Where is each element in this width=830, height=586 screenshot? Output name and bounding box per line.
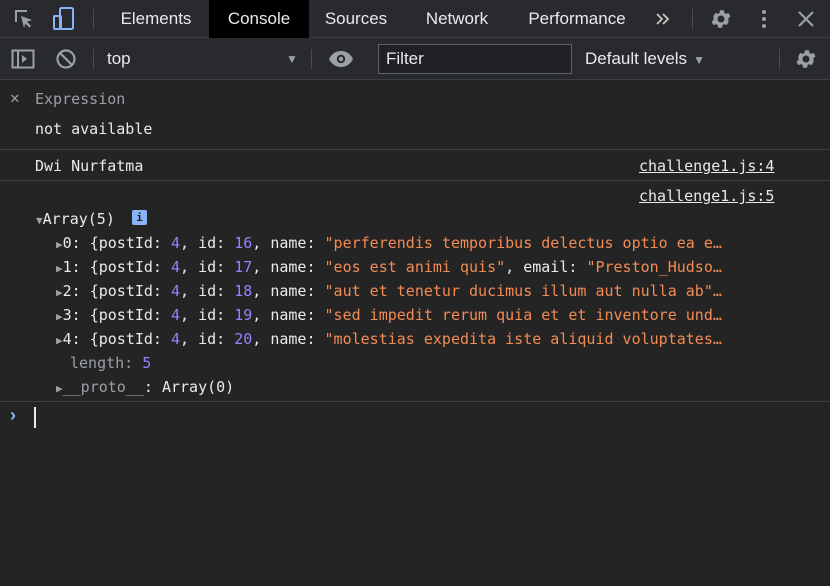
post-id-value: 4 xyxy=(171,234,181,252)
source-link[interactable]: challenge1.js:5 xyxy=(639,187,774,205)
close-icon[interactable] xyxy=(793,0,819,38)
item-index: 1: xyxy=(62,258,81,276)
tab-performance[interactable]: Performance xyxy=(515,0,639,38)
log-text: Dwi Nurfatma xyxy=(35,157,144,175)
expression-label[interactable]: Expression xyxy=(35,90,125,108)
toolbar-separator xyxy=(93,49,94,69)
kebab-menu-icon[interactable] xyxy=(752,0,776,38)
toolbar-separator xyxy=(311,49,312,69)
item-index: 2: xyxy=(62,282,81,300)
array-summary: Array(5) xyxy=(42,210,115,228)
array-item[interactable]: ▶2: {postId: 4, id: 18, name: "aut et te… xyxy=(56,282,796,300)
collapse-triangle-icon[interactable]: ▶ xyxy=(56,286,63,299)
name-value: "sed impedit rerum quia et et inventore … xyxy=(324,306,722,324)
tab-sources[interactable]: Sources xyxy=(312,0,400,38)
array-item[interactable]: ▶4: {postId: 4, id: 20, name: "molestias… xyxy=(56,330,796,348)
console-toolbar: top ▼ Default levels ▼ xyxy=(0,38,830,80)
id-value: 20 xyxy=(234,330,253,348)
sidebar-toggle-icon[interactable] xyxy=(9,38,37,80)
expression-value: not available xyxy=(35,120,153,138)
id-value: 17 xyxy=(234,258,253,276)
log-levels-dropdown[interactable]: Default levels ▼ xyxy=(585,38,705,80)
item-index: 3: xyxy=(62,306,81,324)
post-id-value: 4 xyxy=(171,306,181,324)
clear-console-icon[interactable] xyxy=(53,38,79,80)
post-id-value: 4 xyxy=(171,282,181,300)
array-proto[interactable]: ▶__proto__: Array(0) xyxy=(56,378,234,396)
name-value: "molestias expedita iste aliquid volupta… xyxy=(324,330,722,348)
console-message: Dwi Nurfatma challenge1.js:4 xyxy=(0,150,830,180)
levels-dropdown-arrow-icon: ▼ xyxy=(693,53,705,67)
device-toolbar-icon[interactable] xyxy=(50,0,78,38)
context-dropdown-arrow-icon[interactable]: ▼ xyxy=(286,38,298,80)
console-prompt[interactable]: › xyxy=(0,402,830,586)
name-value: "aut et tenetur ducimus illum aut nulla … xyxy=(324,282,722,300)
id-value: 16 xyxy=(234,234,253,252)
item-index: 0: xyxy=(62,234,81,252)
collapse-triangle-icon[interactable]: ▶ xyxy=(56,310,63,323)
collapse-triangle-icon[interactable]: ▶ xyxy=(56,238,63,251)
item-index: 4: xyxy=(62,330,81,348)
collapse-triangle-icon[interactable]: ▶ xyxy=(56,334,63,347)
post-id-value: 4 xyxy=(171,330,181,348)
log-levels-label: Default levels xyxy=(585,49,688,68)
collapse-triangle-icon[interactable]: ▶ xyxy=(56,382,63,395)
expand-triangle-icon[interactable]: ▼ xyxy=(36,214,43,227)
live-expression: ✕ Expression not available xyxy=(0,80,830,149)
collapse-triangle-icon[interactable]: ▶ xyxy=(56,262,63,275)
more-tabs-icon[interactable] xyxy=(650,0,676,38)
array-item[interactable]: ▶3: {postId: 4, id: 19, name: "sed imped… xyxy=(56,306,796,324)
tab-console[interactable]: Console xyxy=(209,0,309,38)
email-value: "Preston_Hudso… xyxy=(586,258,722,276)
array-item[interactable]: ▶0: {postId: 4, id: 16, name: "perferend… xyxy=(56,234,796,252)
info-icon[interactable]: i xyxy=(131,210,147,225)
array-item[interactable]: ▶1: {postId: 4, id: 17, name: "eos est a… xyxy=(56,258,796,276)
toolbar-separator xyxy=(779,49,780,69)
tab-elements[interactable]: Elements xyxy=(106,0,206,38)
inspect-element-icon[interactable] xyxy=(10,0,38,38)
proto-value: Array(0) xyxy=(161,378,235,396)
context-selector[interactable]: top xyxy=(107,38,131,80)
remove-expression-icon[interactable]: ✕ xyxy=(10,88,20,107)
live-expression-eye-icon[interactable] xyxy=(326,38,356,80)
source-link[interactable]: challenge1.js:4 xyxy=(639,157,774,175)
tab-network[interactable]: Network xyxy=(408,0,506,38)
prompt-chevron-icon: › xyxy=(10,405,16,425)
settings-gear-icon[interactable] xyxy=(707,0,735,38)
post-id-value: 4 xyxy=(171,258,181,276)
console-message: challenge1.js:5 ▼Array(5) i ▶0: {postId:… xyxy=(0,181,830,401)
tabbar-separator xyxy=(93,9,94,29)
filter-input[interactable] xyxy=(378,44,572,74)
length-value: 5 xyxy=(142,354,152,372)
console-settings-gear-icon[interactable] xyxy=(792,38,820,80)
text-caret xyxy=(34,407,36,428)
name-value: "perferendis temporibus delectus optio e… xyxy=(324,234,722,252)
devtools-tabbar: Elements Console Sources Network Perform… xyxy=(0,0,830,38)
id-value: 18 xyxy=(234,282,253,300)
name-value: "eos est animi quis" xyxy=(324,258,506,276)
array-length: length: 5 xyxy=(70,354,151,372)
tabbar-separator xyxy=(692,9,693,29)
array-header[interactable]: ▼Array(5) i xyxy=(36,210,147,228)
id-value: 19 xyxy=(234,306,253,324)
proto-label: __proto__ xyxy=(62,378,144,396)
length-label: length: xyxy=(70,354,134,372)
